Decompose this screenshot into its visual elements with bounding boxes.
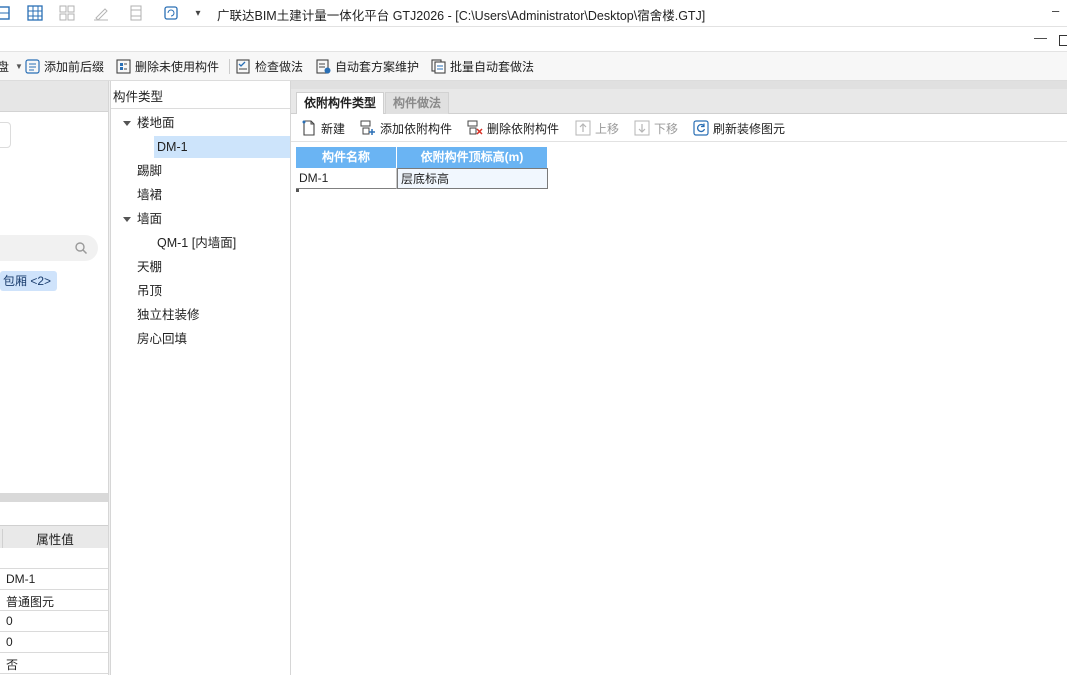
tab-attached-types[interactable]: 依附构件类型 [296,92,385,114]
move-up-label: 上移 [595,121,620,136]
property-grid-header: 属性值 [0,525,108,549]
batch-auto-button[interactable]: 批量自动套做法 [431,57,534,75]
tree-item-ceiling[interactable]: 天棚 [137,256,162,278]
arrow-up-icon [575,120,591,136]
inner-minimize-button[interactable]: — [1034,30,1047,45]
delete-attached-label: 删除依附构件 [487,121,560,136]
tree-expand-icon[interactable] [123,121,131,126]
property-row[interactable]: 0 [0,611,108,632]
panel-splitter[interactable] [0,493,108,502]
add-prefix-suffix-button[interactable]: 添加前后缀 [25,57,104,75]
table-icon[interactable] [26,4,44,22]
add-attached-button[interactable]: 添加依附构件 [360,119,452,137]
left-panel-header [0,81,108,112]
move-up-button[interactable]: 上移 [575,119,619,137]
title-bar: ▾ 广联达BIM土建计量一体化平台 GTJ2026 - [C:\Users\Ad… [0,0,1067,27]
property-row[interactable]: DM-1 [0,569,108,590]
tab-component-methods[interactable]: 构件做法 [385,92,450,114]
batch-auto-icon [431,58,446,74]
arrow-down-icon [634,120,650,136]
property-row[interactable] [0,548,108,569]
checklist-icon [236,58,251,74]
panel-top-band [291,81,1067,89]
tree-item-suspended-ceiling[interactable]: 吊顶 [137,280,162,302]
check-method-button[interactable]: 检查做法 [236,57,303,75]
attached-components-panel: 依附构件类型 构件做法 新建 添加依附构件 删除依附构件 上移 下移 刷新装修图… [291,81,1067,675]
tree-item-backfill[interactable]: 房心回填 [137,328,187,350]
window-title: 广联达BIM土建计量一体化平台 GTJ2026 - [C:\Users\Admi… [217,9,706,23]
tree-item-column-finish[interactable]: 独立柱装修 [137,304,200,326]
component-type-header: 构件类型 [111,81,290,109]
tree-item-skirting[interactable]: 踢脚 [137,160,162,182]
refresh-decoration-label: 刷新装修图元 [713,121,786,136]
left-panel: 包厢 <2> 属性值 DM-1 普通图元 0 0 否 [0,81,109,675]
delete-unused-label: 删除未使用构件 [135,59,220,74]
add-attached-icon [360,120,376,136]
prefix-suffix-icon [25,58,40,74]
refresh-doc-icon[interactable] [162,4,180,22]
check-method-label: 检查做法 [255,59,304,74]
toolbar-partial-label: 盘 [0,59,10,74]
grid-cell-name[interactable]: DM-1 [296,168,397,189]
grid-cell-top-elevation[interactable]: 层底标高 [397,168,548,189]
quick-access-dropdown-icon[interactable]: ▾ [189,4,207,22]
component-type-panel: 构件类型 楼地面 DM-1 踢脚 墙裙 墙面 QM-1 [内墙面] 天棚 吊顶 … [110,81,291,675]
property-row[interactable]: 普通图元 [0,590,108,611]
component-type-title: 构件类型 [113,90,164,104]
tree-item-dm-1[interactable]: DM-1 [157,136,188,158]
column-header-top-elevation[interactable]: 依附构件顶标高(m) [397,147,548,168]
secondary-bar: — [0,27,1067,52]
move-down-button[interactable]: 下移 [634,119,678,137]
chevron-down-icon: ▼ [15,61,23,71]
main-toolbar: 盘 ▼ 添加前后缀 删除未使用构件 检查做法 自动套方案维护 批量自动套做法 [0,52,1067,81]
column-icon[interactable] [127,4,145,22]
search-icon[interactable] [74,241,88,255]
auto-scheme-button[interactable]: 自动套方案维护 [316,57,419,75]
new-label: 新建 [321,121,346,136]
grid-view-icon[interactable] [0,4,12,22]
auto-scheme-icon [316,58,331,74]
room-tag[interactable]: 包厢 <2> [0,271,58,291]
layout-icon[interactable] [58,4,76,22]
delete-attached-button[interactable]: 删除依附构件 [467,119,559,137]
tree-item-dado[interactable]: 墙裙 [137,184,162,206]
left-filter-box[interactable] [0,122,11,148]
tree-item-qm-1[interactable]: QM-1 [内墙面] [157,232,236,254]
new-file-icon [301,120,317,136]
tab-bar: 依附构件类型 构件做法 [291,89,1067,114]
property-row[interactable]: 0 [0,632,108,653]
delete-attached-icon [467,120,483,136]
tree-expand-icon[interactable] [123,217,131,222]
tree-item-floor[interactable]: 楼地面 [137,112,175,134]
property-value-header: 属性值 [2,529,107,548]
new-button[interactable]: 新建 [301,119,345,137]
column-header-name[interactable]: 构件名称 [296,147,397,168]
add-attached-label: 添加依附构件 [380,121,453,136]
pencil-icon[interactable] [92,4,110,22]
tree-item-wall-finish[interactable]: 墙面 [137,208,162,230]
auto-scheme-label: 自动套方案维护 [335,59,420,74]
grid-row-marker [296,189,299,192]
delete-unused-button[interactable]: 删除未使用构件 [116,57,219,75]
refresh-decoration-button[interactable]: 刷新装修图元 [693,119,785,137]
toolbar-divider [229,59,230,74]
toolbar-partial-button[interactable]: 盘 ▼ [0,57,23,75]
search-input[interactable] [0,235,98,261]
delete-unused-icon [116,58,131,74]
property-row[interactable]: 否 [0,653,108,674]
move-down-label: 下移 [654,121,679,136]
batch-auto-label: 批量自动套做法 [450,59,535,74]
attached-toolbar: 新建 添加依附构件 删除依附构件 上移 下移 刷新装修图元 [291,114,1067,142]
refresh-icon [693,120,709,136]
minimize-button[interactable]: – [1052,3,1059,18]
add-prefix-suffix-label: 添加前后缀 [44,59,105,74]
inner-maximize-button[interactable] [1059,35,1067,46]
